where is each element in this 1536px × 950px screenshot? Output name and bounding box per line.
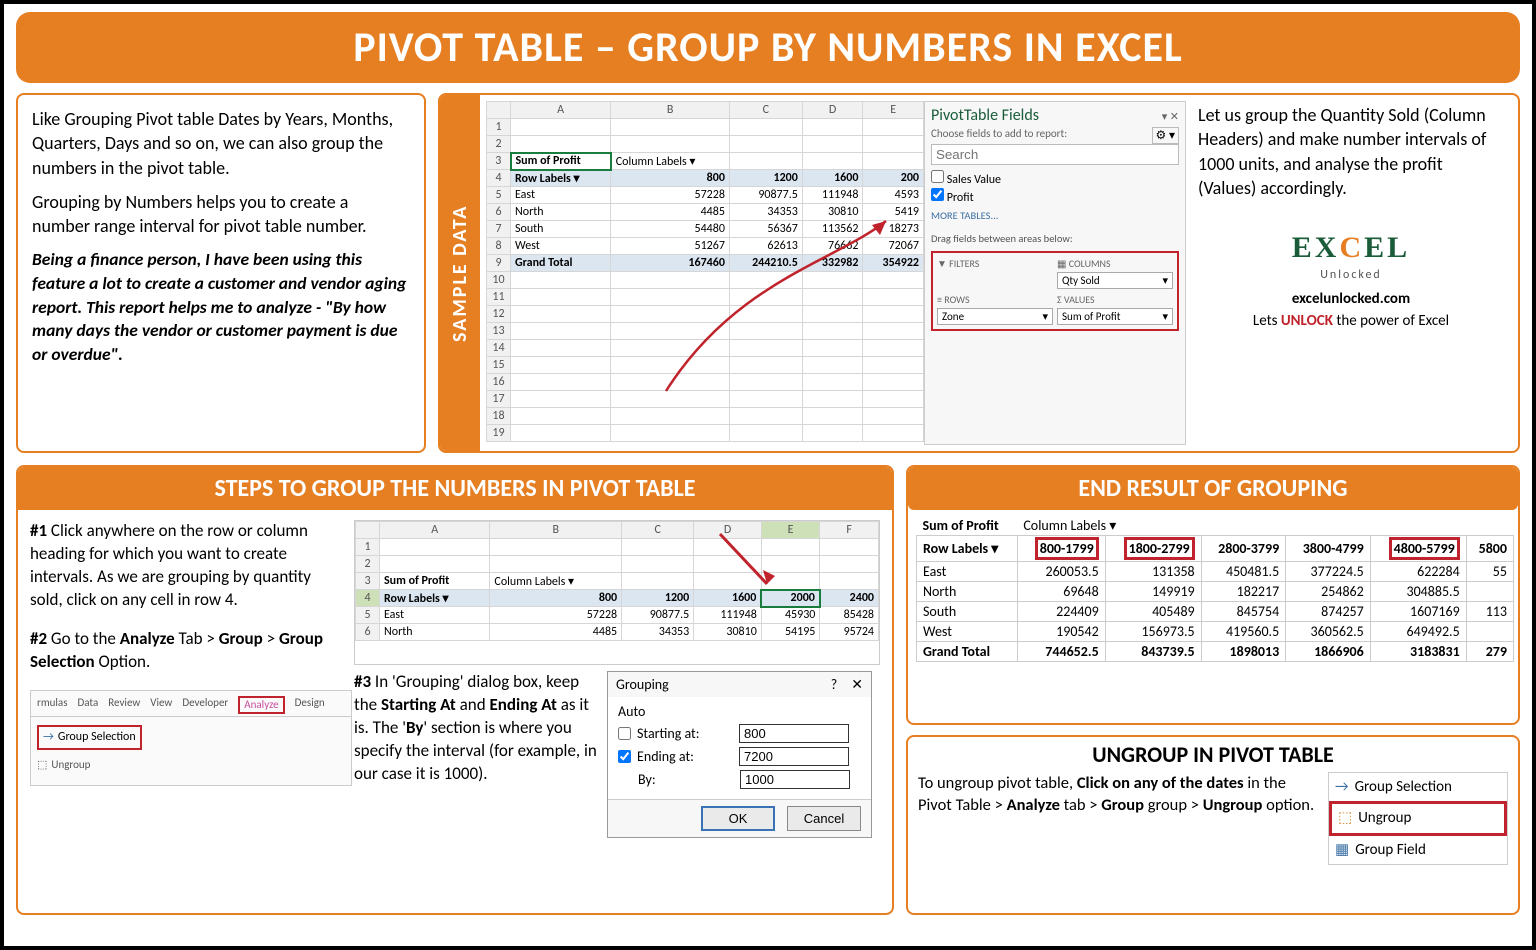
end-result-table: Sum of ProfitColumn Labels ▾ Row Labels … — [908, 510, 1518, 662]
sample-data-tab: SAMPLE DATA — [440, 95, 480, 451]
steps-header: STEPS TO GROUP THE NUMBERS IN PIVOT TABL… — [18, 467, 892, 510]
auto-label: Auto — [618, 703, 861, 720]
step-3: #3 In 'Grouping' dialog box, keep the St… — [354, 671, 599, 838]
step-1: #1 Click anywhere on the row or column h… — [30, 520, 340, 612]
sample-right-text: Let us group the Quantity Sold (Column H… — [1198, 103, 1504, 200]
by-input[interactable] — [740, 770, 850, 789]
ungroup-text: To ungroup pivot table, Click on any of … — [918, 772, 1318, 865]
ungroup-box: UNGROUP IN PIVOT TABLE To ungroup pivot … — [906, 735, 1520, 915]
intro-p1: Like Grouping Pivot table Dates by Years… — [32, 107, 410, 180]
ribbon-ungroup: Ungroup — [51, 758, 90, 773]
col-header-D: D — [802, 102, 863, 119]
rows-area[interactable]: ≡ ROWSZone▾ — [937, 293, 1053, 325]
gear-icon[interactable]: ⚙ ▾ — [1152, 127, 1180, 144]
ribbon-screenshot: rmulas Data Review View Developer Analyz… — [30, 690, 352, 786]
end-result-box: END RESULT OF GROUPING Sum of ProfitColu… — [906, 465, 1520, 725]
close-icon[interactable]: ▾ ✕ — [1162, 110, 1179, 123]
starting-at-input[interactable] — [739, 724, 849, 743]
page-title: PIVOT TABLE – GROUP BY NUMBERS IN EXCEL — [36, 22, 1500, 73]
pivot-fields-title: PivotTable Fields — [931, 106, 1039, 125]
more-tables-link[interactable]: MORE TABLES... — [931, 209, 1179, 222]
ending-at-checkbox[interactable] — [618, 750, 631, 763]
step-2: #2 Go to the Analyze Tab > Group > Group… — [30, 628, 340, 674]
field-profit[interactable]: Profit — [931, 188, 1179, 205]
col-header-A: A — [511, 102, 611, 119]
intro-p2: Grouping by Numbers helps you to create … — [32, 190, 410, 239]
group-menu: →Group Selection ⬚Ungroup ▦Group Field — [1328, 772, 1508, 865]
step1-grid-screenshot: ABCDEF 1 2 3Sum of ProfitColumn Labels ▾… — [354, 520, 880, 665]
pivot-areas: ▼ FILTERS ▦ COLUMNSQty Sold▾ ≡ ROWSZone▾… — [931, 251, 1179, 331]
menu-ungroup[interactable]: ⬚Ungroup — [1329, 801, 1507, 835]
help-icon[interactable]: ? — [831, 676, 838, 693]
cancel-button[interactable]: Cancel — [787, 806, 861, 831]
drag-label: Drag fields between areas below: — [931, 232, 1179, 245]
intro-box: Like Grouping Pivot table Dates by Years… — [16, 93, 426, 453]
col-header-B: B — [611, 102, 730, 119]
intro-p3: Being a finance person, I have been usin… — [32, 248, 410, 366]
close-icon[interactable]: ✕ — [851, 676, 863, 693]
col-header-C: C — [729, 102, 802, 119]
dialog-title: Grouping — [616, 676, 669, 693]
worksheet-grid: A B C D E 1 2 3Sum of ProfitColumn Label… — [486, 101, 924, 445]
menu-group-selection[interactable]: →Group Selection — [1329, 773, 1507, 801]
site-url: excelunlocked.com — [1198, 289, 1504, 309]
ending-at-input[interactable] — [739, 747, 849, 766]
grouping-dialog: Grouping ?✕ Auto Starting at: Ending at:… — [607, 671, 872, 838]
columns-area[interactable]: ▦ COLUMNSQty Sold▾ — [1057, 257, 1173, 289]
end-result-header: END RESULT OF GROUPING — [908, 467, 1518, 510]
steps-box: STEPS TO GROUP THE NUMBERS IN PIVOT TABL… — [16, 465, 894, 915]
starting-at-checkbox[interactable] — [618, 727, 631, 740]
menu-group-field[interactable]: ▦Group Field — [1329, 836, 1507, 864]
pivot-fields-subtitle: Choose fields to add to report: — [931, 127, 1067, 140]
analyze-tab[interactable]: Analyze — [238, 696, 284, 715]
page-title-bar: PIVOT TABLE – GROUP BY NUMBERS IN EXCEL — [16, 12, 1520, 83]
ok-button[interactable]: OK — [701, 806, 775, 831]
values-area[interactable]: Σ VALUESSum of Profit▾ — [1057, 293, 1173, 325]
tagline: Lets UNLOCK the power of Excel — [1198, 311, 1504, 331]
logo: EXCEL Unlocked excelunlocked.com Lets UN… — [1198, 228, 1504, 331]
search-input[interactable] — [931, 144, 1179, 165]
group-selection-button[interactable]: →Group Selection — [37, 725, 142, 749]
field-sales-value[interactable]: Sales Value — [931, 170, 1179, 187]
ungroup-title: UNGROUP IN PIVOT TABLE — [908, 737, 1518, 770]
filters-area[interactable]: ▼ FILTERS — [937, 257, 1053, 289]
sample-data-box: SAMPLE DATA A B C D — [438, 93, 1520, 453]
sample-excel-screenshot: A B C D E 1 2 3Sum of ProfitColumn Label… — [486, 101, 1186, 445]
pivot-fields-pane: PivotTable Fields ▾ ✕ Choose fields to a… — [924, 101, 1186, 445]
col-header-E: E — [863, 102, 924, 119]
